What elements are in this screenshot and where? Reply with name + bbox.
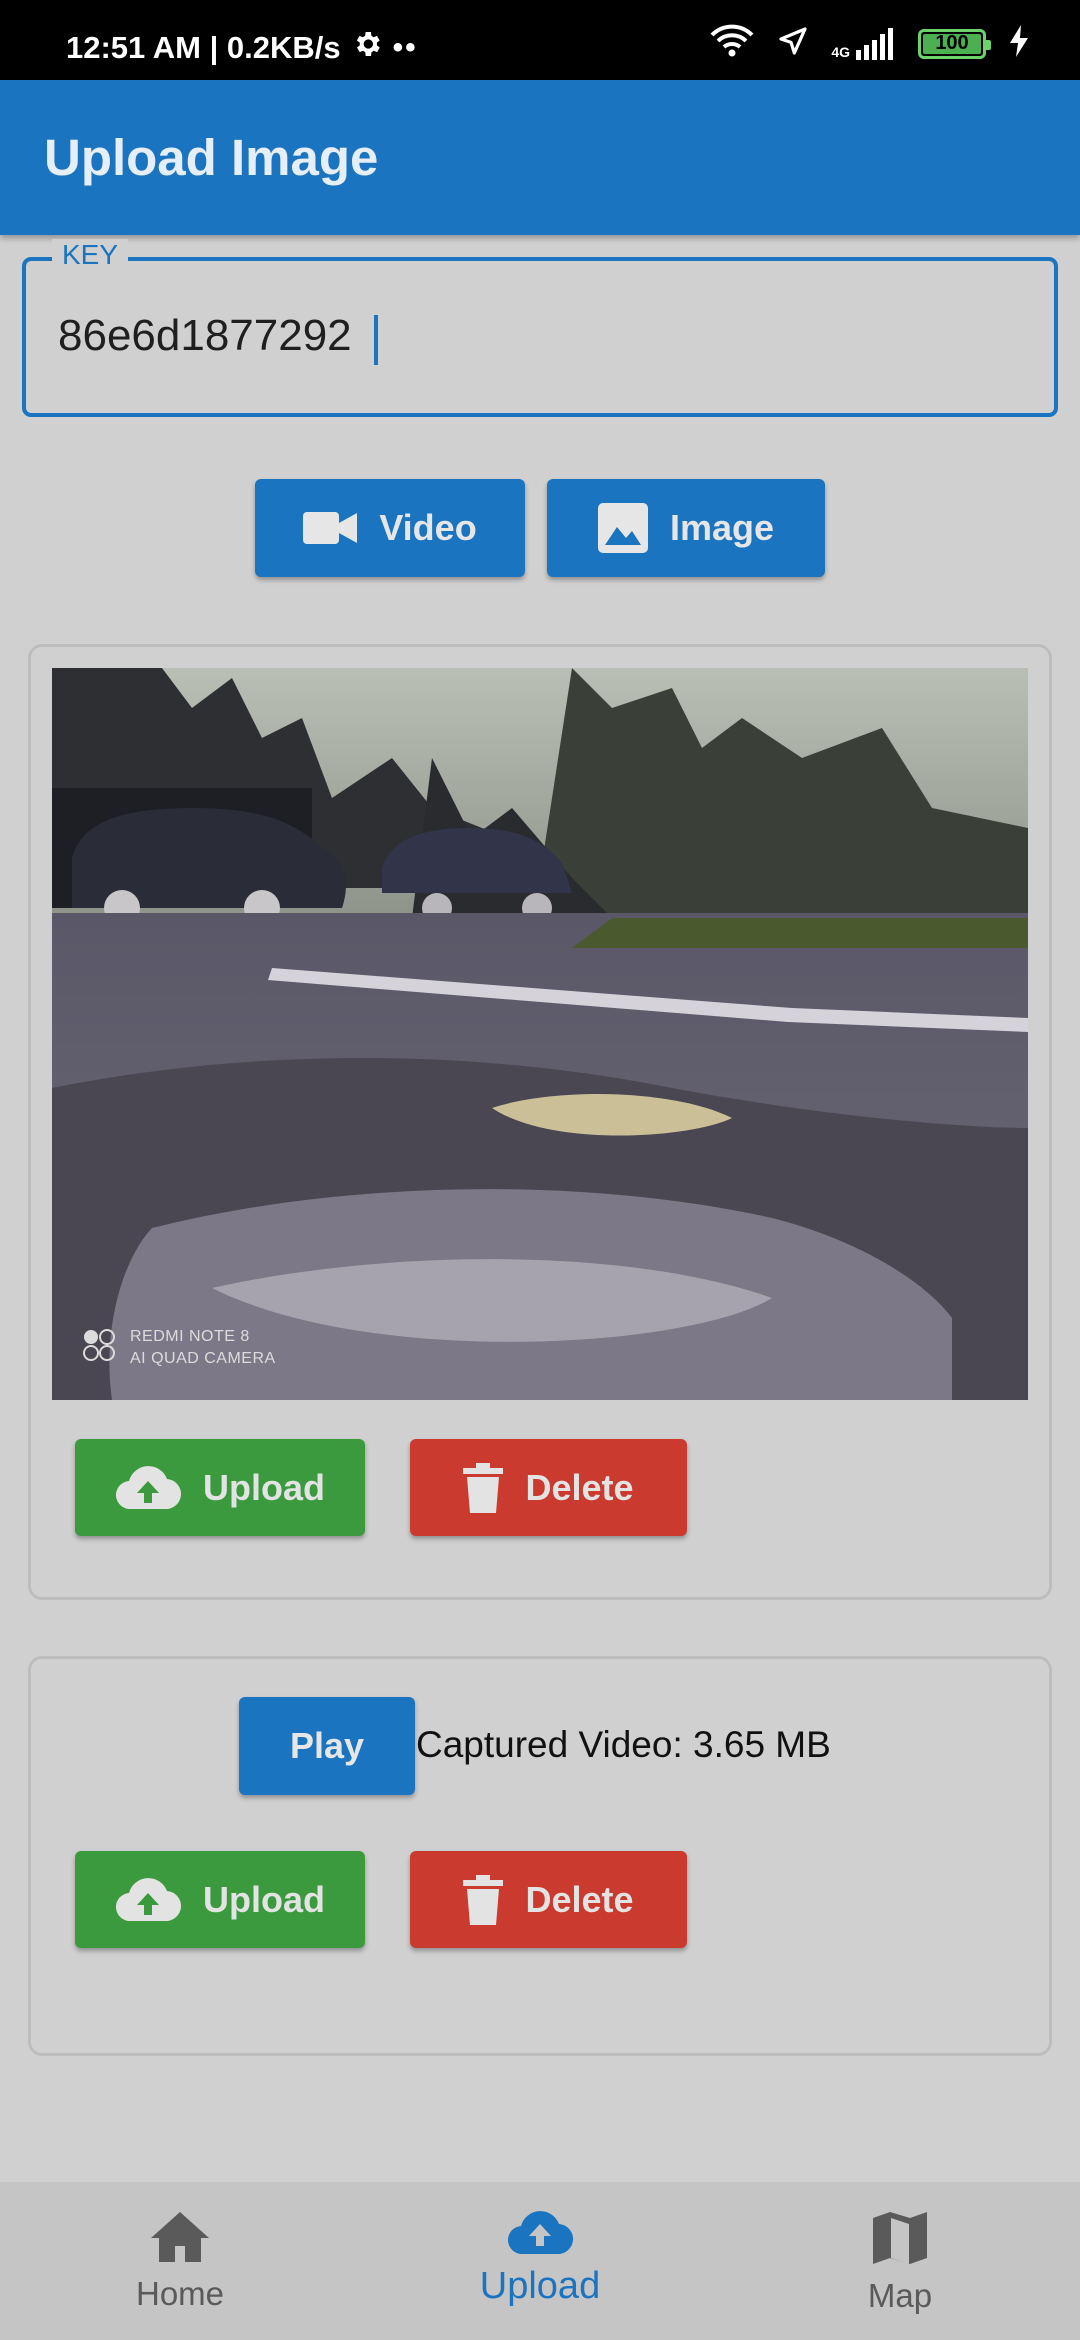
video-delete-label: Delete <box>525 1878 634 1920</box>
capture-video-button[interactable]: Video <box>255 479 525 577</box>
watermark-line1: REDMI NOTE 8 <box>130 1328 250 1345</box>
home-icon <box>151 2212 209 2267</box>
status-right: 4G 100 <box>709 24 1030 63</box>
charging-icon <box>1008 25 1030 62</box>
watermark-line2: AI QUAD CAMERA <box>130 1350 276 1367</box>
cloud-upload-icon <box>507 2210 574 2261</box>
capture-image-button[interactable]: Image <box>547 479 825 577</box>
video-upload-button[interactable]: Upload <box>75 1851 365 1948</box>
signal-icon: 4G <box>831 27 896 60</box>
key-field[interactable]: KEY <box>22 239 1058 417</box>
capture-image-label: Image <box>669 507 775 548</box>
nav-item-map[interactable]: Map <box>780 2182 1020 2340</box>
image-upload-label: Upload <box>203 1466 325 1508</box>
cloud-upload-icon <box>115 1465 181 1511</box>
battery-level: 100 <box>935 32 969 54</box>
image-delete-label: Delete <box>525 1466 634 1508</box>
cloud-upload-icon <box>115 1877 181 1923</box>
video-delete-button[interactable]: Delete <box>410 1851 687 1948</box>
capture-video-label: Video <box>379 507 477 548</box>
captured-photo: REDMI NOTE 8 AI QUAD CAMERA <box>52 668 1028 1400</box>
key-field-label: KEY <box>52 239 129 271</box>
image-icon <box>597 503 648 553</box>
captured-video-info: Captured Video: 3.65 MB <box>416 1724 831 1765</box>
battery-icon: 100 <box>918 28 991 59</box>
location-arrow-icon <box>777 25 809 62</box>
trash-icon <box>463 1874 504 1925</box>
nav-label-map: Map <box>867 2277 933 2314</box>
nav-item-upload[interactable]: Upload <box>420 2182 660 2340</box>
status-left: 12:51 AM | 0.2KB/s •• <box>66 28 418 68</box>
wifi-icon <box>709 24 755 63</box>
camera-logo-icon <box>82 1328 116 1369</box>
videocam-icon <box>303 510 358 546</box>
status-bar: 12:51 AM | 0.2KB/s •• 4G 100 <box>0 0 1080 80</box>
status-time: 12:51 AM | 0.2KB/s <box>66 30 341 65</box>
page-title: Upload Image <box>44 129 379 186</box>
image-upload-button[interactable]: Upload <box>75 1439 365 1536</box>
bottom-navigation: Home Upload Map <box>0 2182 1080 2340</box>
app-bar: Upload Image <box>0 80 1080 235</box>
play-video-button[interactable]: Play <box>239 1697 415 1795</box>
play-video-label: Play <box>289 1725 365 1766</box>
trash-icon <box>463 1462 504 1513</box>
text-caret <box>374 315 378 365</box>
nav-item-home[interactable]: Home <box>60 2182 300 2340</box>
gear-icon <box>351 28 383 68</box>
network-type: 4G <box>831 43 850 60</box>
nav-label-upload: Upload <box>479 2265 601 2307</box>
map-icon <box>873 2212 927 2269</box>
video-upload-label: Upload <box>203 1878 325 1920</box>
nav-label-home: Home <box>135 2275 225 2312</box>
more-dots-icon: •• <box>392 31 418 64</box>
key-input[interactable] <box>58 311 1008 361</box>
camera-watermark: REDMI NOTE 8 AI QUAD CAMERA <box>82 1326 276 1370</box>
image-delete-button[interactable]: Delete <box>410 1439 687 1536</box>
